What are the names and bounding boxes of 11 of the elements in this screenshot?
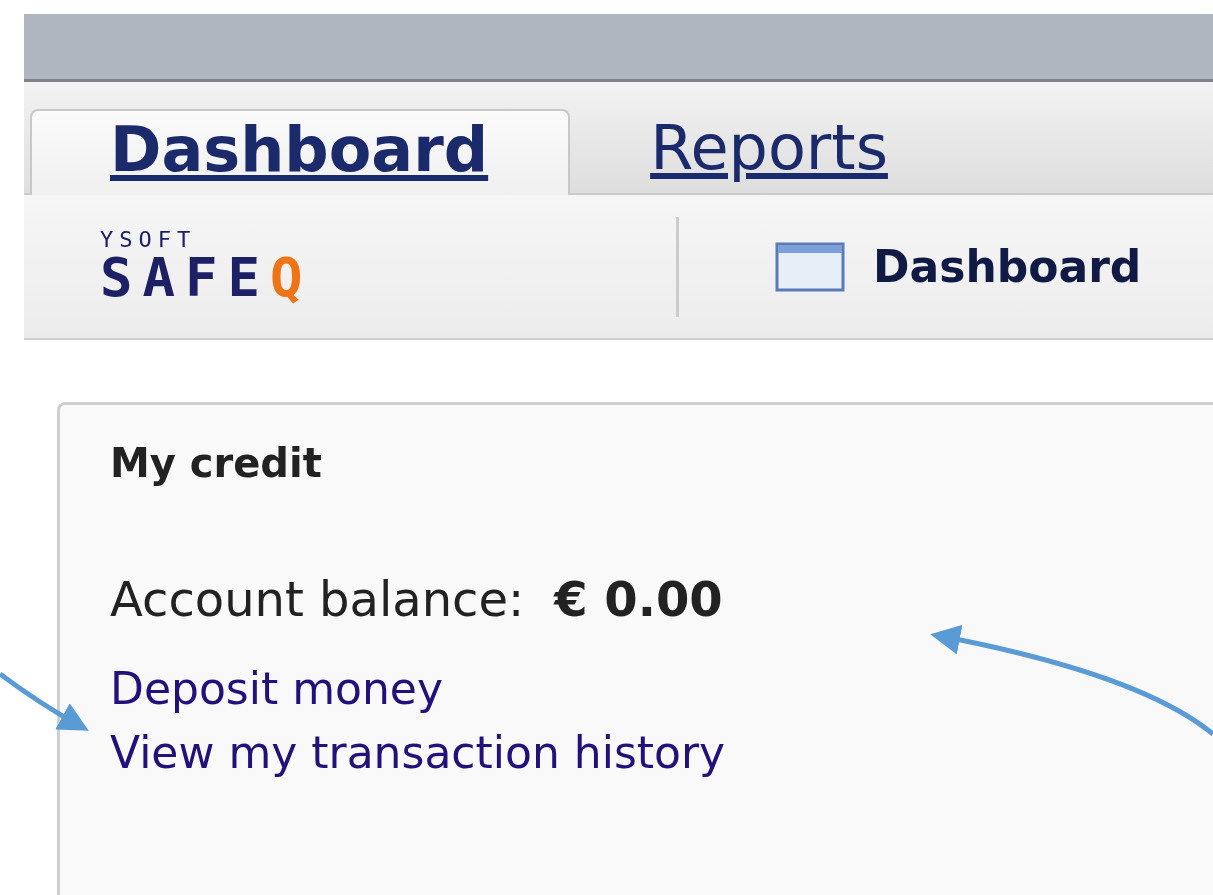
window-icon: [775, 241, 845, 292]
panel-title: My credit: [110, 439, 323, 488]
link[interactable]: View my transaction history: [110, 720, 1213, 785]
balance-value: € 0.00: [554, 571, 723, 627]
page-title: Dashboard: [873, 239, 1142, 294]
logo: SAFE Q: [100, 250, 314, 305]
tab[interactable]: Dashboard: [30, 108, 571, 195]
logo-subtitle: YSOFT: [100, 228, 198, 251]
link[interactable]: Deposit money: [110, 657, 1213, 721]
balance-label: Account balance:: [110, 571, 525, 627]
tab[interactable]: Reports: [570, 106, 970, 193]
